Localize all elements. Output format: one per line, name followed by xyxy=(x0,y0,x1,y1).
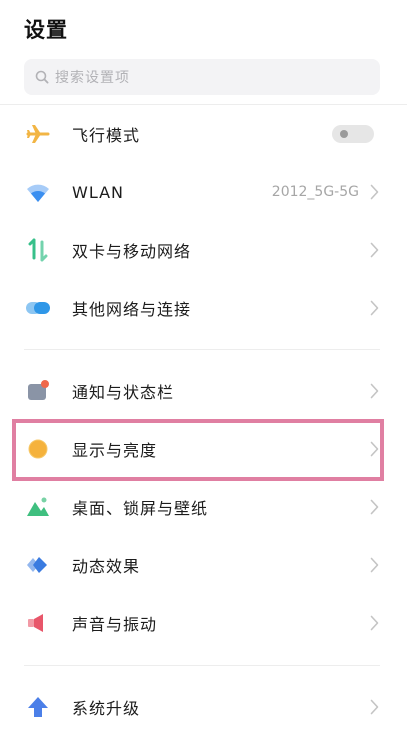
settings-item-notifications[interactable]: 通知与状态栏 xyxy=(0,363,407,419)
highlight-frame xyxy=(12,419,384,481)
chevron-right-icon xyxy=(370,557,379,573)
chevron-right-icon xyxy=(370,499,379,515)
search-bar[interactable]: 搜索设置项 xyxy=(24,59,380,95)
settings-item-dual-sim[interactable]: 双卡与移动网络 xyxy=(0,222,407,278)
settings-item-label: 其他网络与连接 xyxy=(72,300,192,319)
settings-item-label: 双卡与移动网络 xyxy=(72,242,192,261)
divider xyxy=(24,349,380,350)
page-title: 设置 xyxy=(24,18,68,42)
settings-item-system-update[interactable]: 系统升级 xyxy=(0,679,407,735)
settings-item-airplane[interactable]: 飞行模式 xyxy=(0,106,407,162)
notification-icon xyxy=(24,377,52,405)
chevron-right-icon xyxy=(370,184,379,200)
settings-item-sound[interactable]: 声音与振动 xyxy=(0,595,407,651)
speaker-icon xyxy=(24,609,52,637)
search-placeholder: 搜索设置项 xyxy=(55,70,130,86)
settings-item-label: 桌面、锁屏与壁纸 xyxy=(72,499,209,518)
settings-item-label: WLAN xyxy=(72,182,125,202)
chevron-right-icon xyxy=(370,615,379,631)
wallpaper-icon xyxy=(24,493,52,521)
search-icon xyxy=(35,70,49,84)
animation-icon xyxy=(24,551,52,579)
toggle-knob xyxy=(340,130,348,138)
settings-item-wallpaper[interactable]: 桌面、锁屏与壁纸 xyxy=(0,479,407,535)
divider xyxy=(24,665,380,666)
wifi-icon xyxy=(24,178,52,206)
settings-item-label: 通知与状态栏 xyxy=(72,383,175,402)
chevron-right-icon xyxy=(370,242,379,258)
settings-item-label: 动态效果 xyxy=(72,557,141,576)
settings-item-label: 系统升级 xyxy=(72,699,141,718)
settings-item-label: 飞行模式 xyxy=(72,126,141,145)
wlan-network-name: 2012_5G-5G xyxy=(271,184,359,200)
other-networks-icon xyxy=(24,294,52,322)
airplane-icon xyxy=(24,120,52,148)
airplane-mode-toggle[interactable] xyxy=(332,125,374,143)
divider xyxy=(0,104,407,105)
upgrade-arrow-icon xyxy=(24,693,52,721)
settings-item-wlan[interactable]: WLAN 2012_5G-5G xyxy=(0,164,407,220)
settings-item-other-networks[interactable]: 其他网络与连接 xyxy=(0,280,407,336)
dual-sim-icon xyxy=(24,236,52,264)
chevron-right-icon xyxy=(370,699,379,715)
chevron-right-icon xyxy=(370,300,379,316)
settings-item-label: 声音与振动 xyxy=(72,615,158,634)
chevron-right-icon xyxy=(370,383,379,399)
settings-item-animations[interactable]: 动态效果 xyxy=(0,537,407,593)
